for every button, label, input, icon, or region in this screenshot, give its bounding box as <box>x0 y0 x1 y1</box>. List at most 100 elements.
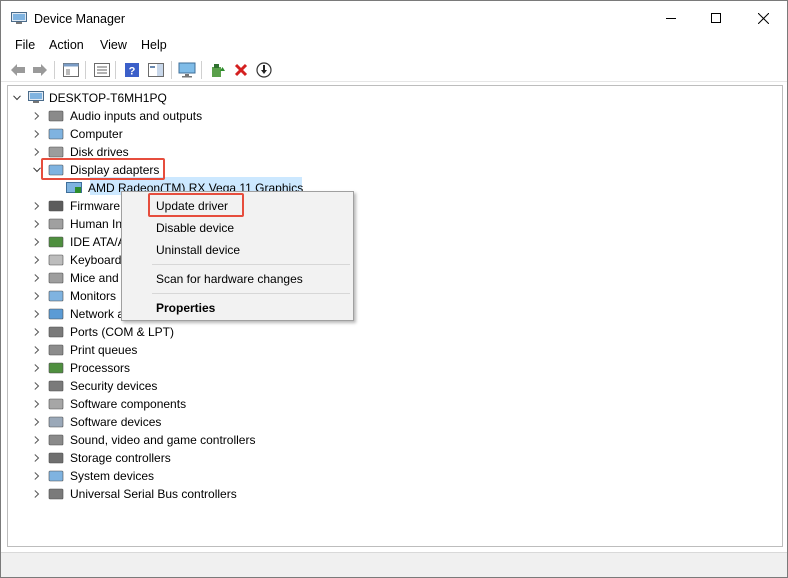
uninstall-button[interactable] <box>231 60 251 80</box>
tree-category-software-component[interactable]: Software components <box>32 395 332 413</box>
tree-category-label: System devices <box>70 469 155 483</box>
tree-category-sound[interactable]: Sound, video and game controllers <box>32 431 332 449</box>
tree-category-printer[interactable]: Print queues <box>32 341 332 359</box>
context-item-properties[interactable]: Properties <box>156 301 215 315</box>
window-title: Device Manager <box>34 12 126 26</box>
disable-icon <box>256 62 272 78</box>
list-icon <box>94 63 110 77</box>
chevron-right-icon[interactable] <box>32 485 42 503</box>
status-bar <box>1 552 787 577</box>
menu-help[interactable]: Help <box>141 38 167 52</box>
maximize-icon <box>711 13 721 23</box>
tree-category-usb[interactable]: Universal Serial Bus controllers <box>32 485 332 503</box>
speaker-icon <box>48 110 64 122</box>
device-manager-window: Device Manager File Action View Help ? D… <box>0 0 788 578</box>
uninstall-icon <box>234 63 248 77</box>
tree-root-label: DESKTOP-T6MH1PQ <box>49 91 167 105</box>
tree-category-computer[interactable]: Computer <box>32 125 332 143</box>
menu-action[interactable]: Action <box>49 38 84 52</box>
title-bar: Device Manager <box>1 1 787 35</box>
list-button[interactable] <box>92 60 112 80</box>
tree-category-label: Software components <box>70 397 187 411</box>
chevron-right-icon[interactable] <box>32 395 42 413</box>
tree-category-label: Ports (COM & LPT) <box>70 325 175 339</box>
tree-category-storage[interactable]: Storage controllers <box>32 449 332 467</box>
forward-button[interactable] <box>30 60 50 80</box>
chevron-right-icon[interactable] <box>32 215 42 233</box>
port-icon <box>48 326 64 338</box>
firmware-icon <box>48 200 64 212</box>
tree-category-label: Network a <box>70 307 125 321</box>
help-icon: ? <box>125 63 139 78</box>
sound-icon <box>48 434 64 446</box>
highlight-box-update-driver <box>148 193 244 217</box>
disk-icon <box>48 146 64 158</box>
tree-category-speaker[interactable]: Audio inputs and outputs <box>32 107 332 125</box>
chevron-right-icon[interactable] <box>32 251 42 269</box>
processor-icon <box>48 362 64 374</box>
tree-root[interactable]: DESKTOP-T6MH1PQ <box>12 89 212 107</box>
back-button[interactable] <box>8 60 28 80</box>
minimize-icon <box>666 18 676 19</box>
device-manager-icon <box>11 12 27 24</box>
network-icon <box>48 308 64 320</box>
tree-category-software-device[interactable]: Software devices <box>32 413 332 431</box>
keyboard-icon <box>48 254 64 266</box>
chevron-right-icon[interactable] <box>32 341 42 359</box>
chevron-right-icon[interactable] <box>32 269 42 287</box>
action-pane-icon <box>148 63 164 77</box>
chevron-right-icon[interactable] <box>32 377 42 395</box>
chevron-right-icon[interactable] <box>32 359 42 377</box>
help-button[interactable]: ? <box>122 60 142 80</box>
tree-category-label: Computer <box>70 127 123 141</box>
tree-category-label: Mice and <box>70 271 119 285</box>
tree-category-system[interactable]: System devices <box>32 467 332 485</box>
chevron-right-icon[interactable] <box>32 323 42 341</box>
chevron-right-icon[interactable] <box>32 431 42 449</box>
chevron-right-icon[interactable] <box>32 197 42 215</box>
chevron-right-icon[interactable] <box>32 449 42 467</box>
tree-category-label: Firmware <box>70 199 120 213</box>
menu-file[interactable]: File <box>15 38 35 52</box>
close-icon <box>757 12 769 24</box>
tree-category-port[interactable]: Ports (COM & LPT) <box>32 323 332 341</box>
chevron-right-icon[interactable] <box>32 467 42 485</box>
properties-pane-icon <box>63 63 79 77</box>
properties-pane-button[interactable] <box>61 60 81 80</box>
context-item-scan-hardware[interactable]: Scan for hardware changes <box>156 272 303 286</box>
maximize-button[interactable] <box>693 1 739 35</box>
chevron-down-icon[interactable] <box>12 89 22 107</box>
chevron-right-icon[interactable] <box>32 305 42 323</box>
minimize-button[interactable] <box>648 1 694 35</box>
software-device-icon <box>48 416 64 428</box>
printer-icon <box>48 344 64 356</box>
tree-category-label: Human In <box>70 217 123 231</box>
context-menu: Update driver Disable device Uninstall d… <box>121 191 354 321</box>
update-driver-button[interactable] <box>208 60 228 80</box>
chevron-right-icon[interactable] <box>32 107 42 125</box>
chevron-right-icon[interactable] <box>32 413 42 431</box>
tree-category-label: Universal Serial Bus controllers <box>70 487 237 501</box>
update-driver-icon <box>212 64 225 77</box>
context-separator <box>152 293 350 294</box>
menu-bar: File Action View Help <box>1 36 787 56</box>
scan-hardware-button[interactable] <box>177 60 197 80</box>
storage-icon <box>48 452 64 464</box>
computer-icon <box>48 128 64 140</box>
context-item-uninstall-device[interactable]: Uninstall device <box>156 243 240 257</box>
action-pane-button[interactable] <box>146 60 166 80</box>
tree-category-label: Software devices <box>70 415 162 429</box>
display-adapter-icon <box>66 182 82 193</box>
chevron-right-icon[interactable] <box>32 125 42 143</box>
menu-view[interactable]: View <box>100 38 127 52</box>
chevron-right-icon[interactable] <box>32 233 42 251</box>
disable-button[interactable] <box>254 60 274 80</box>
software-component-icon <box>48 398 64 410</box>
hid-icon <box>48 218 64 230</box>
close-button[interactable] <box>740 1 786 35</box>
tree-category-security[interactable]: Security devices <box>32 377 332 395</box>
monitor-scan-icon <box>178 62 196 78</box>
context-item-disable-device[interactable]: Disable device <box>156 221 234 235</box>
chevron-right-icon[interactable] <box>32 287 42 305</box>
tree-category-processor[interactable]: Processors <box>32 359 332 377</box>
